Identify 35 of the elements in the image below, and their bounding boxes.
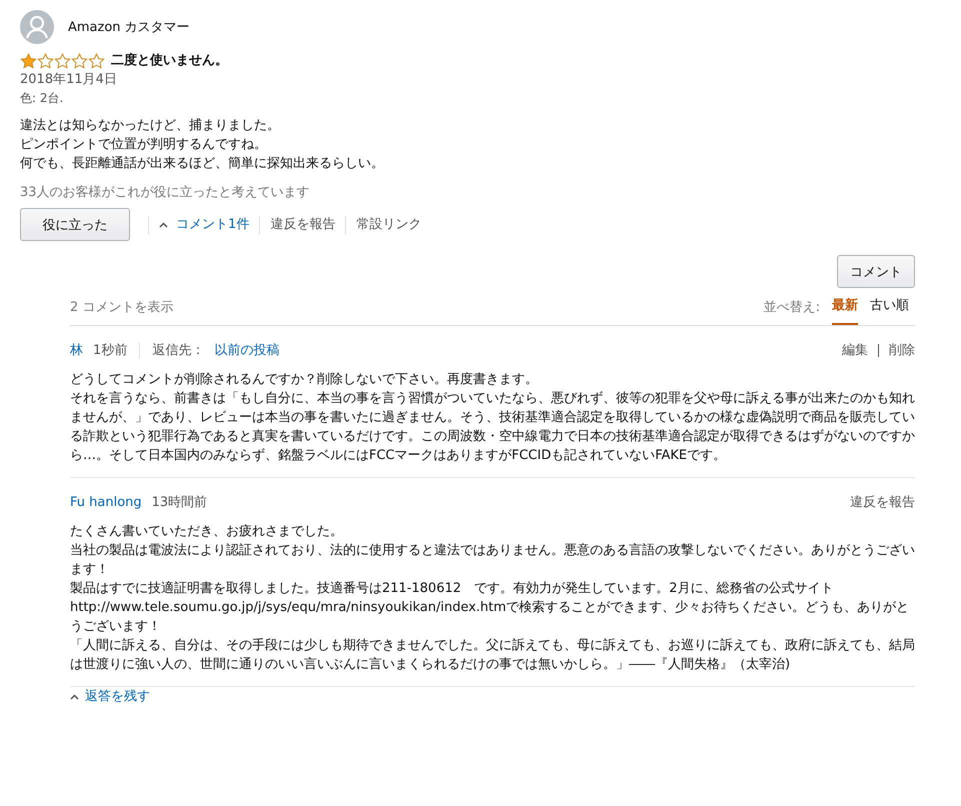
sort-tab[interactable]: 最新	[832, 296, 858, 325]
review-date: 2018年11月4日	[20, 71, 118, 89]
review-text: ピンポイントで位置が判明するんですね。	[20, 136, 268, 154]
previous-post-link[interactable]: 以前の投稿	[214, 341, 280, 360]
comment-text: 製品はすでに技適証明書を取得しました。技適番号は211-180612 です。有効力が発生しています。2月に、総務省の公式サイトhttp://www.tele.soumu.go.jp/j/sys/equ/mra/ninsyoukikan/index.htmで検索することができます、少々お待ちください。どうも、ありがとうございます！	[70, 580, 910, 636]
review-title: 二度と使いません。	[111, 52, 228, 70]
sort-label: 並べ替え:	[764, 299, 820, 317]
comment-text: たくさん書いていただき、お疲れさまでした。	[70, 523, 344, 541]
commenter-name[interactable]: 林	[70, 341, 83, 360]
avatar-icon	[20, 10, 54, 44]
helpful-button[interactable]: 役に立った	[20, 208, 130, 241]
variant-text: 色: 2台.	[20, 90, 64, 107]
comment-count: 2 コメントを表示	[70, 299, 174, 317]
comment-action-link[interactable]: 違反を報告	[850, 493, 915, 512]
report-link[interactable]: 違反を報告	[270, 215, 336, 234]
permalink-link[interactable]: 常設リンク	[356, 215, 422, 234]
comment-text: それを言うなら、前書きは「もし自分に、本当の事を言う習慣がついていたなら、悪びれず、彼等の犯罪を父や母に訴える事が出来たのかも知れませんが、」であり、レビューは本当の事を書いたに過ぎません。そう、技術基準適合認定を取得しているかの様な虚偽説明で商品を販売している詐欺という犯罪行為であると真実を書いているだけです。この周波数・空中線電力で日本の技術基準適合認定が取得できるはずがないのですから…。そして日本国内のみならず、銘盤ラベルにはFCCマークはありますがFCCIDも記されていないFAKEです。	[70, 390, 915, 465]
comment-action-link[interactable]: 削除	[889, 341, 915, 360]
comment-action-link[interactable]: 編集	[842, 341, 868, 360]
caret-icon	[70, 694, 79, 700]
reviewer-name: Amazon カスタマー	[68, 18, 190, 36]
reply-link[interactable]: 返答を残す	[85, 687, 150, 706]
comment-button[interactable]: コメント	[837, 255, 915, 288]
comment-text: どうしてコメントが削除されるんですか？削除しないで下さい。再度書きます。	[70, 371, 539, 389]
reply-to-label: 返信先：	[152, 342, 204, 360]
comment-time: 13時間前	[152, 494, 208, 512]
helpful-count: 33人のお客様がこれが役に立ったと考えています	[20, 184, 311, 202]
commenter-name[interactable]: Fu hanlong	[70, 493, 142, 512]
review-text: 何でも、長距離通話が出来るほど、簡単に探知出来るらしい。	[20, 155, 385, 173]
comment-time: 1秒前	[93, 342, 128, 360]
comment-text: 当社の製品は電波法により認証されており、法的に使用すると違法ではありません。悪意のある言語の攻撃しないでください。ありがとうございます！	[70, 542, 915, 579]
comment-text: 「人間に訴える、自分は、その手段には少しも期待できませんでした。父に訴えても、母に訴えても、お巡りに訴えても、政府に訴えても、結局は世渡りに強い人の、世間に通りのいい言いぶんに言いまくられるだけの事では無いかしら。」――『人間失格』（太宰治)	[70, 637, 915, 674]
review-text: 違法とは知らなかったけど、捕まりました。	[20, 117, 281, 135]
comments-link[interactable]: コメント1件	[176, 215, 250, 234]
sort-tab[interactable]: 古い順	[870, 296, 909, 325]
